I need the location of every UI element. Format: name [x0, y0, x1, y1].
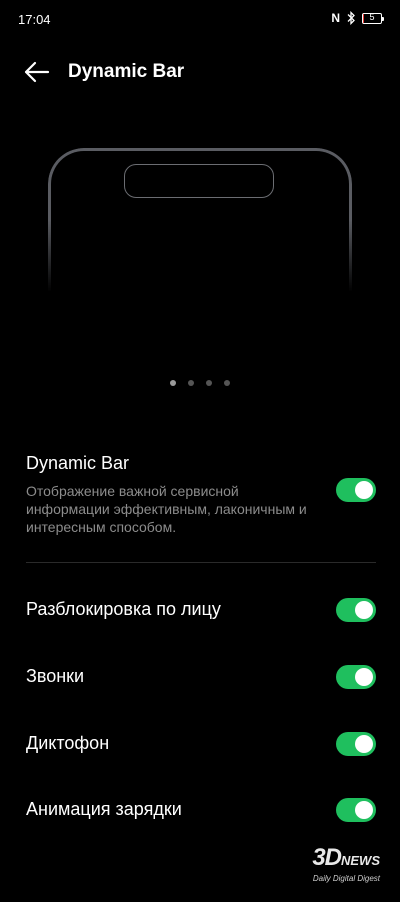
battery-icon: 5	[362, 11, 384, 24]
arrow-left-icon	[24, 61, 50, 83]
divider	[26, 562, 376, 563]
back-button[interactable]	[22, 58, 52, 86]
status-icons: N 5	[331, 11, 384, 25]
toggle-knob	[355, 735, 373, 753]
watermark-logo-text: 3D	[312, 844, 342, 871]
status-bar: 17:04 N 5	[0, 0, 400, 40]
toggle-knob	[355, 601, 373, 619]
status-time: 17:04	[18, 12, 51, 27]
dynamic-bar-toggle[interactable]	[336, 478, 376, 502]
charging-animation-toggle[interactable]	[336, 798, 376, 822]
page-dot[interactable]	[206, 380, 212, 386]
watermark-logo-sub: NEWS	[341, 853, 380, 868]
setting-title: Dynamic Bar	[26, 453, 130, 473]
toggle-knob	[355, 668, 373, 686]
setting-title: Звонки	[26, 666, 85, 686]
setting-title: Разблокировка по лицу	[26, 599, 221, 619]
bluetooth-icon	[347, 11, 355, 25]
battery-text: 5	[369, 11, 375, 22]
page-dot[interactable]	[170, 380, 176, 386]
watermark-tagline: Daily Digital Digest	[312, 874, 380, 883]
face-unlock-toggle[interactable]	[336, 598, 376, 622]
setting-charging-animation[interactable]: Анимация зарядки	[26, 798, 376, 822]
header: Dynamic Bar	[0, 52, 400, 92]
setting-title: Анимация зарядки	[26, 799, 182, 819]
setting-title: Диктофон	[26, 733, 110, 753]
setting-dynamic-bar[interactable]: Dynamic Bar Отображение важной сервисной…	[26, 452, 376, 542]
nfc-icon: N	[331, 11, 340, 25]
page-title: Dynamic Bar	[68, 61, 185, 82]
toggle-knob	[355, 481, 373, 499]
setting-calls[interactable]: Звонки	[26, 665, 376, 689]
calls-toggle[interactable]	[336, 665, 376, 689]
page-dot[interactable]	[224, 380, 230, 386]
page-indicator	[170, 380, 230, 386]
dynamic-bar-preview[interactable]	[48, 148, 352, 328]
setting-face-unlock[interactable]: Разблокировка по лицу	[26, 598, 376, 622]
setting-description: Отображение важной сервисной информации …	[26, 483, 307, 535]
watermark-logo: 3DNEWS Daily Digital Digest	[312, 844, 380, 884]
page-dot[interactable]	[188, 380, 194, 386]
setting-recorder[interactable]: Диктофон	[26, 732, 376, 756]
toggle-knob	[355, 801, 373, 819]
dynamic-bar-pill	[124, 164, 274, 198]
recorder-toggle[interactable]	[336, 732, 376, 756]
